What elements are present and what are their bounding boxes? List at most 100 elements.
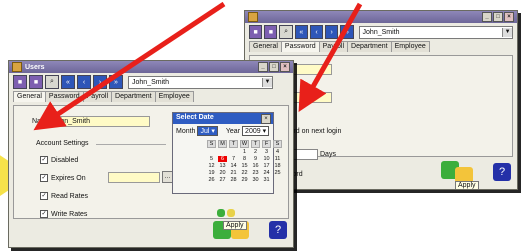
calendar-day[interactable]: 8 [240,156,249,162]
calendar-day[interactable]: 4 [273,149,282,155]
calendar-day[interactable]: 27 [218,177,227,183]
expires-on-checkbox[interactable]: ✓ Expires On [40,174,86,182]
new-user-button[interactable]: ■ [249,25,263,39]
expires-on-date-field[interactable] [108,172,160,183]
help-icon[interactable]: ? [269,221,287,239]
calendar-day[interactable]: 28 [229,177,238,183]
tab-payroll[interactable]: Payroll [318,41,349,52]
user-select-value: John_Smith [362,28,400,36]
calendar-day[interactable]: 6 [218,156,227,162]
back-titlebar: _ □ × [245,11,517,23]
apply-tooltip: Apply [455,181,479,189]
minimize-button[interactable]: _ [258,62,268,72]
write-rates-label: Write Rates [51,210,88,218]
calendar-day[interactable]: 19 [207,170,216,176]
first-record-button[interactable]: « [61,75,75,89]
tab-department[interactable]: Department [347,41,392,52]
next-record-button[interactable]: › [93,75,107,89]
calendar-day[interactable]: 7 [229,156,238,162]
calendar-day[interactable]: 21 [229,170,238,176]
maximize-button[interactable]: □ [493,12,503,22]
calendar-day[interactable]: 25 [273,170,282,176]
small-ok-icon[interactable] [217,209,225,217]
tab-department[interactable]: Department [111,91,156,102]
first-record-button[interactable]: « [294,25,308,39]
last-record-button[interactable]: » [340,25,354,39]
maximize-button[interactable]: □ [269,62,279,72]
name-field[interactable]: John_Smith [50,116,150,127]
find-button[interactable]: ⌕ [279,25,293,39]
new-user-button[interactable]: ■ [13,75,27,89]
days-stepper[interactable] [290,149,318,160]
calendar-day[interactable]: 15 [240,163,249,169]
date-picker-close-icon[interactable]: × [261,114,271,124]
chevron-down-icon[interactable]: ▼ [502,27,513,37]
year-select[interactable]: 2009 ▾ [242,126,270,136]
user-select[interactable]: John_Smith ▼ [358,25,514,39]
back-tabs: General Password Payroll Department Empl… [245,41,517,52]
calendar-day[interactable]: 9 [251,156,260,162]
app-icon [12,62,22,72]
calendar-day[interactable]: 17 [262,163,271,169]
find-button[interactable]: ⌕ [45,75,59,89]
expires-on-label: Expires On [51,174,86,182]
close-button[interactable]: × [280,62,290,72]
minimize-button[interactable]: _ [482,12,492,22]
close-button[interactable]: × [504,12,514,22]
check-icon: ✓ [40,192,48,200]
divider [96,144,166,145]
last-record-button[interactable]: » [109,75,123,89]
app-icon [248,12,258,22]
calendar-day[interactable]: 29 [240,177,249,183]
calendar-day[interactable]: 1 [240,149,249,155]
disabled-checkbox[interactable]: ✓ Disabled [40,156,78,164]
front-toolbar: ■ ■ ⌕ « ‹ › » John_Smith ▼ [9,73,293,91]
tab-general[interactable]: General [13,91,46,102]
help-icon[interactable]: ? [493,163,511,181]
chevron-down-icon[interactable]: ▼ [262,77,272,87]
month-value: Jul [200,128,210,135]
calendar-day[interactable]: 31 [262,177,271,183]
calendar-day[interactable]: 26 [207,177,216,183]
calendar-grid: S M T W T F S 1 2 3 4 5 6 7 8 9 10 11 12 13 14 15 16 17 18 19 20 21… [207,140,282,183]
calendar-day[interactable]: 18 [273,163,282,169]
calendar-day[interactable]: 22 [240,170,249,176]
read-rates-checkbox[interactable]: ✓ Read Rates [40,192,88,200]
calendar-day[interactable]: 23 [251,170,260,176]
calendar-day[interactable]: 13 [218,163,227,169]
calendar-day[interactable]: 16 [251,163,260,169]
calendar-day[interactable]: 12 [207,163,216,169]
tab-payroll[interactable]: Payroll [82,91,113,102]
tab-employee[interactable]: Employee [390,41,430,52]
days-label: Days [320,151,336,158]
month-select[interactable]: Jul ▾ [197,126,218,136]
calendar-day[interactable]: 14 [229,163,238,169]
next-record-button[interactable]: › [325,25,339,39]
save-button[interactable]: ■ [264,25,278,39]
calendar-day[interactable]: 11 [273,156,282,162]
weekday-header: W [240,140,249,148]
calendar-day[interactable]: 2 [251,149,260,155]
year-label: Year [225,127,241,135]
calendar-day[interactable]: 5 [207,156,216,162]
small-cancel-icon[interactable] [227,209,235,217]
calendar-day[interactable]: 10 [262,156,271,162]
user-select[interactable]: John_Smith ▼ [128,75,273,89]
tab-password[interactable]: Password [44,91,84,102]
calendar-day[interactable]: 20 [218,170,227,176]
write-rates-checkbox[interactable]: ✓ Write Rates [40,210,87,218]
check-icon: ✓ [40,156,48,164]
name-label: Name [32,118,51,125]
save-button[interactable]: ■ [29,75,43,89]
calendar-day[interactable]: 24 [262,170,271,176]
tab-password[interactable]: Password [280,41,320,52]
month-label: Month [176,127,196,135]
tab-employee[interactable]: Employee [154,91,194,102]
prev-record-button[interactable]: ‹ [77,75,91,89]
calendar-day[interactable]: 3 [262,149,271,155]
user-select-value: John_Smith [132,78,169,86]
prev-record-button[interactable]: ‹ [309,25,324,39]
calendar-day[interactable]: 30 [251,177,260,183]
window-title: Users [25,63,45,71]
tab-general[interactable]: General [249,41,282,52]
